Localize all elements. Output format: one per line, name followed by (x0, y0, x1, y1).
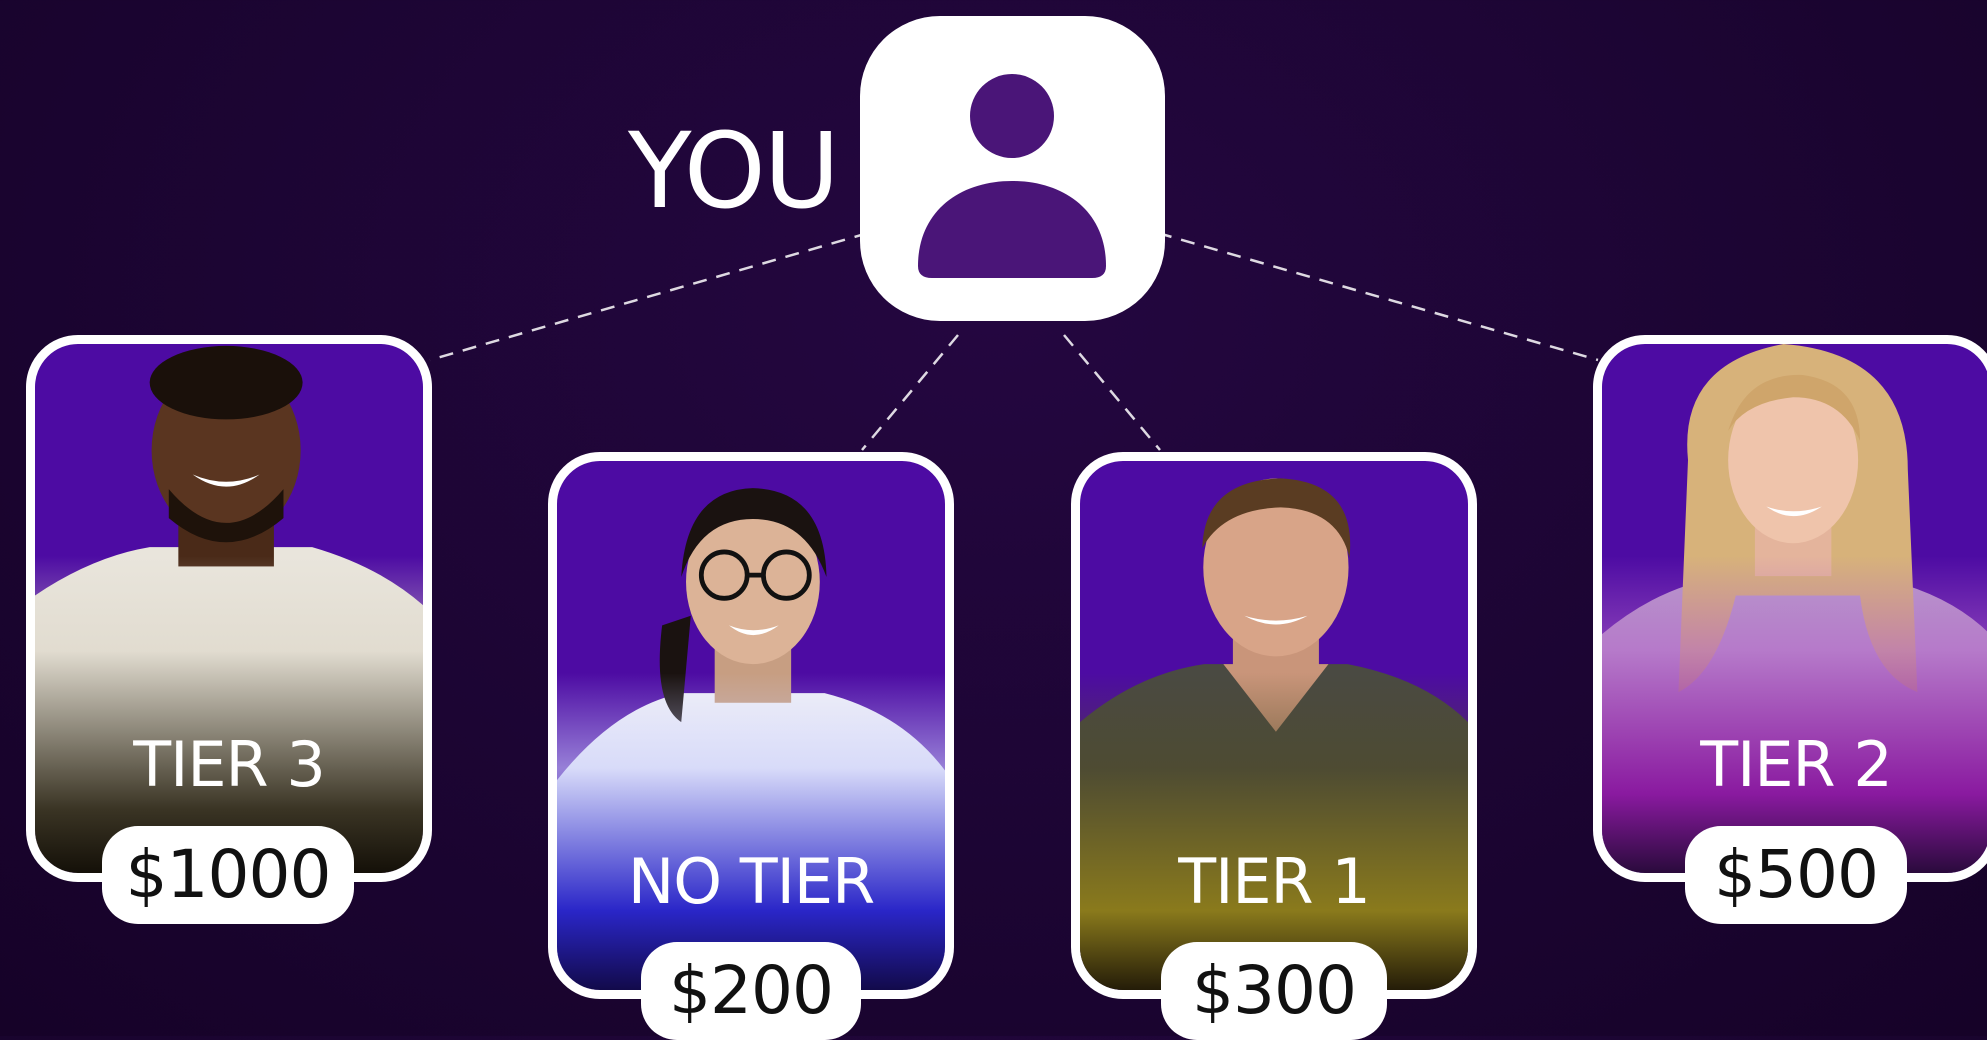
tier3-price: $1000 (102, 826, 354, 924)
you-avatar[interactable] (860, 16, 1165, 321)
notier-price: $200 (641, 942, 861, 1040)
tier1-price: $300 (1161, 942, 1387, 1040)
user-icon (918, 74, 1106, 278)
tier3-label: TIER 3 (133, 728, 326, 801)
tier1-label: TIER 1 (1178, 845, 1371, 918)
connector-tier1 (1063, 334, 1161, 451)
tier2-price: $500 (1685, 826, 1907, 924)
connector-tier3 (429, 231, 869, 362)
connector-tier2 (1157, 231, 1599, 362)
connector-notier (861, 334, 959, 451)
notier-label: NO TIER (627, 845, 875, 918)
you-label: YOU (628, 110, 840, 232)
tier2-label: TIER 2 (1700, 728, 1893, 801)
